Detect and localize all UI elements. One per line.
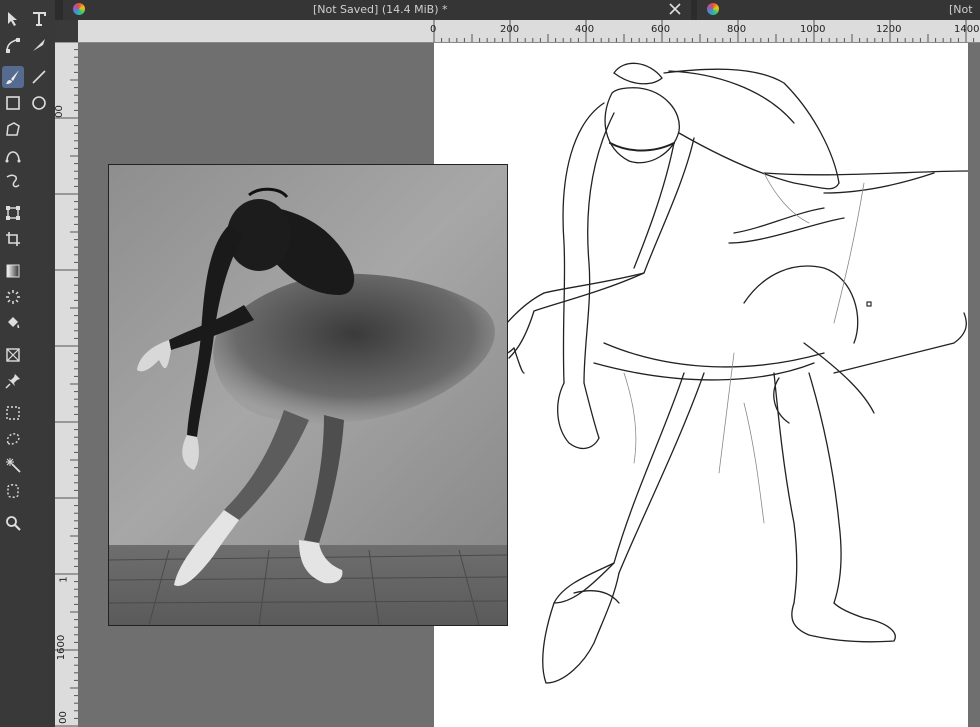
ruler-label: 200 xyxy=(500,24,520,35)
document-tab-2[interactable]: [Not xyxy=(697,0,980,20)
ruler-label: 400 xyxy=(575,24,595,35)
fill-icon[interactable] xyxy=(2,312,24,334)
document-tab-title-2: [Not xyxy=(949,3,973,16)
freehand-path-icon[interactable] xyxy=(2,170,24,192)
gradient-icon[interactable] xyxy=(2,260,24,282)
freehand-select-icon[interactable] xyxy=(2,428,24,450)
text-icon[interactable] xyxy=(28,8,50,30)
rectangle-icon[interactable] xyxy=(2,92,24,114)
reference-image[interactable] xyxy=(108,164,508,626)
ruler-label: 00 xyxy=(53,105,65,118)
document-tab-title: [Not Saved] (14.4 MiB) * xyxy=(313,3,448,16)
line-icon[interactable] xyxy=(28,66,50,88)
freehand-brush-icon[interactable] xyxy=(2,66,24,88)
ruler-label: 600 xyxy=(651,24,671,35)
select-shapes-icon[interactable] xyxy=(2,8,24,30)
assistant-icon[interactable] xyxy=(2,344,24,366)
ruler-label: 1600 xyxy=(56,634,68,661)
drawing-canvas[interactable] xyxy=(434,43,969,727)
krita-logo-icon xyxy=(707,3,719,15)
ellipse-icon[interactable] xyxy=(28,92,50,114)
calligraphy-icon[interactable] xyxy=(28,34,50,56)
magic-wand-icon[interactable] xyxy=(2,454,24,476)
crop-icon[interactable] xyxy=(2,228,24,250)
close-icon[interactable] xyxy=(667,1,683,17)
document-tab-bar: [Not Saved] (14.4 MiB) * [Not xyxy=(55,0,980,20)
document-tab[interactable]: [Not Saved] (14.4 MiB) * xyxy=(63,0,691,20)
vertical-ruler[interactable]: 00 1 1600 00 xyxy=(53,42,79,727)
polygon-icon[interactable] xyxy=(2,118,24,140)
sketch-drawing xyxy=(483,62,969,684)
toolbox xyxy=(0,0,55,727)
ruler-label: 00 xyxy=(57,711,69,724)
krita-logo-icon xyxy=(73,3,85,15)
bezier-curve-icon[interactable] xyxy=(2,144,24,166)
rect-select-icon[interactable] xyxy=(2,402,24,424)
bezier-select-icon[interactable] xyxy=(2,480,24,502)
color-sampler-icon[interactable] xyxy=(2,286,24,308)
ruler-label: 800 xyxy=(727,24,747,35)
horizontal-ruler[interactable]: 0 200 400 600 800 1000 1200 1400 xyxy=(78,20,980,43)
reference-pin-icon[interactable] xyxy=(2,370,24,392)
ruler-label: 1400 xyxy=(954,24,980,35)
ruler-label: 1200 xyxy=(876,24,902,35)
ballerina-photo xyxy=(109,165,507,625)
zoom-icon[interactable] xyxy=(2,512,24,534)
ruler-label: 1 xyxy=(58,576,70,583)
canvas-area[interactable] xyxy=(78,43,980,727)
transform-icon[interactable] xyxy=(2,202,24,224)
ruler-label: 0 xyxy=(430,24,437,35)
edit-shapes-icon[interactable] xyxy=(2,34,24,56)
ruler-label: 1000 xyxy=(800,24,826,35)
